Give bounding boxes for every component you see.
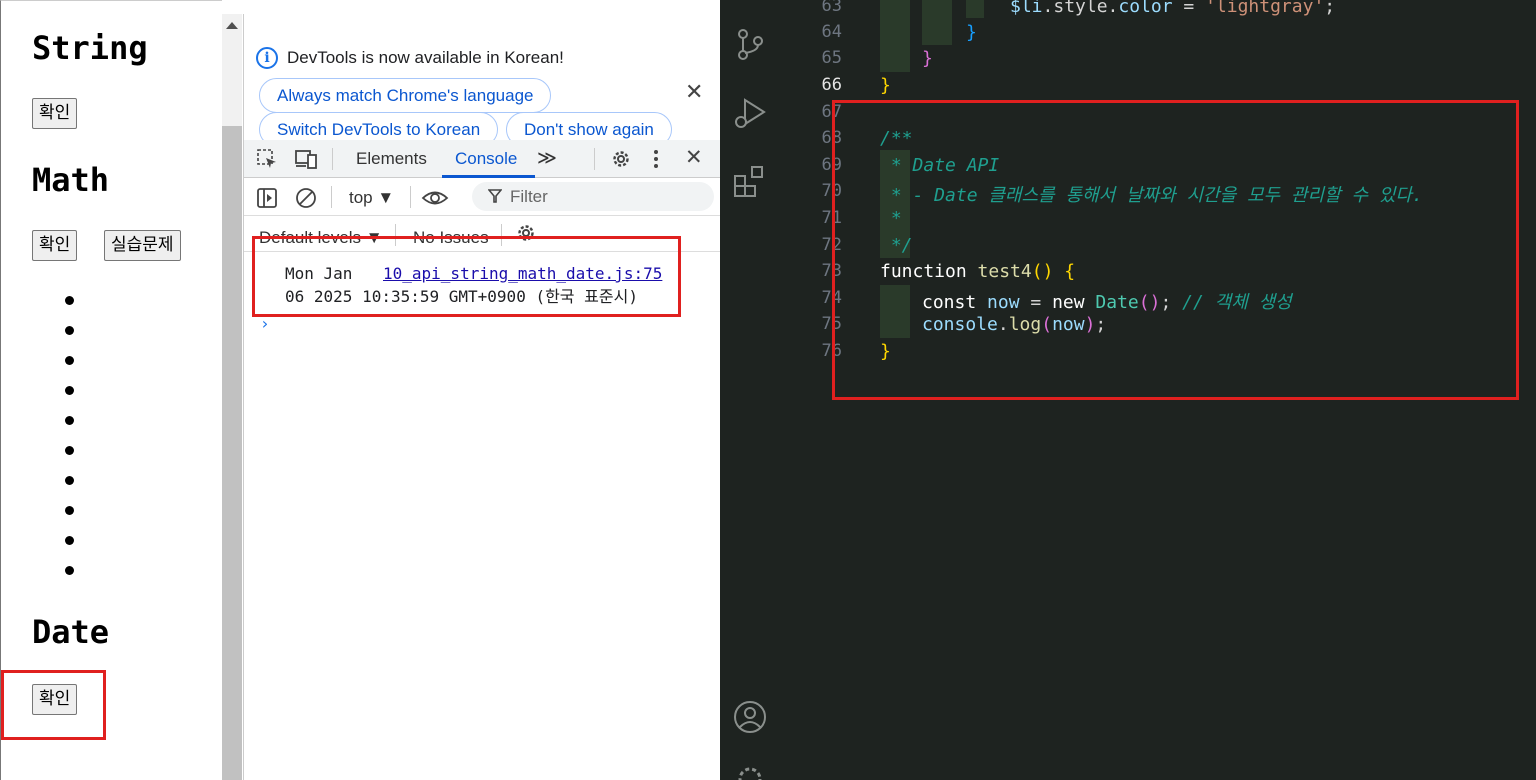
list-item	[65, 476, 74, 485]
separator	[331, 186, 332, 208]
separator	[594, 148, 595, 170]
clear-console-icon[interactable]	[295, 187, 317, 209]
close-infobar-icon[interactable]: ✕	[685, 79, 703, 105]
math-heading: Math	[32, 161, 110, 199]
run-and-debug-icon[interactable]	[733, 96, 767, 130]
infobar-message: DevTools is now available in Korean!	[287, 48, 564, 67]
indent-guide	[966, 0, 984, 18]
page-scrollbar[interactable]	[222, 14, 242, 780]
console-output: Mon Jan 10_api_string_math_date.js:75 06…	[244, 252, 721, 780]
devtools-tabbar: Elements Console ≫ ✕	[244, 140, 721, 178]
source-control-icon[interactable]	[733, 27, 767, 61]
always-match-language-button[interactable]: Always match Chrome's language	[259, 78, 552, 113]
filter-funnel-icon	[488, 189, 502, 203]
extensions-icon[interactable]	[733, 164, 767, 198]
devtools-panel: i DevTools is now available in Korean! A…	[243, 14, 721, 780]
code-block-highlight	[832, 100, 1519, 400]
filter-input[interactable]: Filter	[472, 182, 714, 211]
indent-guide	[922, 0, 952, 45]
tab-console[interactable]: Console	[455, 149, 517, 169]
web-page: String 확인 Math 확인 실습문제 Date 확인	[0, 0, 222, 780]
live-expression-eye-icon[interactable]	[421, 187, 449, 209]
filter-placeholder: Filter	[510, 187, 548, 206]
code-line-65: }	[922, 48, 933, 69]
list-item	[65, 296, 74, 305]
string-confirm-button[interactable]: 확인	[32, 98, 78, 129]
list-item	[65, 506, 74, 515]
list-item	[65, 416, 74, 425]
list-item	[65, 356, 74, 365]
inspect-element-icon[interactable]	[256, 148, 278, 170]
language-infobar: i DevTools is now available in Korean! A…	[244, 28, 721, 152]
separator	[410, 186, 411, 208]
date-heading: Date	[32, 613, 110, 651]
string-heading: String	[32, 29, 148, 67]
code-line-66: }	[880, 75, 891, 96]
console-toolbar: top ▼ Filter	[244, 178, 721, 216]
info-icon: i	[256, 47, 278, 69]
list-item	[65, 446, 74, 455]
separator	[332, 148, 333, 170]
line-number: 65	[821, 48, 842, 68]
console-output-highlight	[252, 236, 681, 317]
close-devtools-icon[interactable]: ✕	[685, 145, 703, 170]
list-item	[65, 536, 74, 545]
activity-bar	[720, 0, 780, 780]
more-tabs-icon[interactable]: ≫	[537, 147, 557, 170]
scroll-up-arrow-icon[interactable]	[226, 22, 238, 29]
sidebar-toggle-icon[interactable]	[256, 187, 278, 209]
tab-elements[interactable]: Elements	[356, 149, 427, 169]
list-item	[65, 386, 74, 395]
device-toolbar-icon[interactable]	[294, 148, 318, 170]
practice-problem-button[interactable]: 실습문제	[104, 230, 181, 261]
accounts-icon[interactable]	[733, 700, 767, 734]
math-confirm-button[interactable]: 확인	[32, 230, 78, 261]
current-line-number: 66	[821, 75, 842, 95]
manage-gear-icon[interactable]	[733, 762, 767, 780]
context-selector[interactable]: top ▼	[349, 188, 394, 208]
date-button-highlight	[1, 670, 106, 740]
kebab-menu-icon[interactable]	[651, 148, 661, 170]
code-line-63: $li.style.color = 'lightgray';	[1010, 0, 1336, 17]
list-item	[65, 566, 74, 575]
list-item	[65, 326, 74, 335]
scrollbar-thumb[interactable]	[222, 126, 242, 780]
settings-gear-icon[interactable]	[610, 148, 632, 170]
code-line-64: }	[966, 22, 977, 43]
line-number: 64	[821, 22, 842, 42]
indent-guide	[880, 0, 910, 72]
line-number: 63	[821, 0, 842, 16]
